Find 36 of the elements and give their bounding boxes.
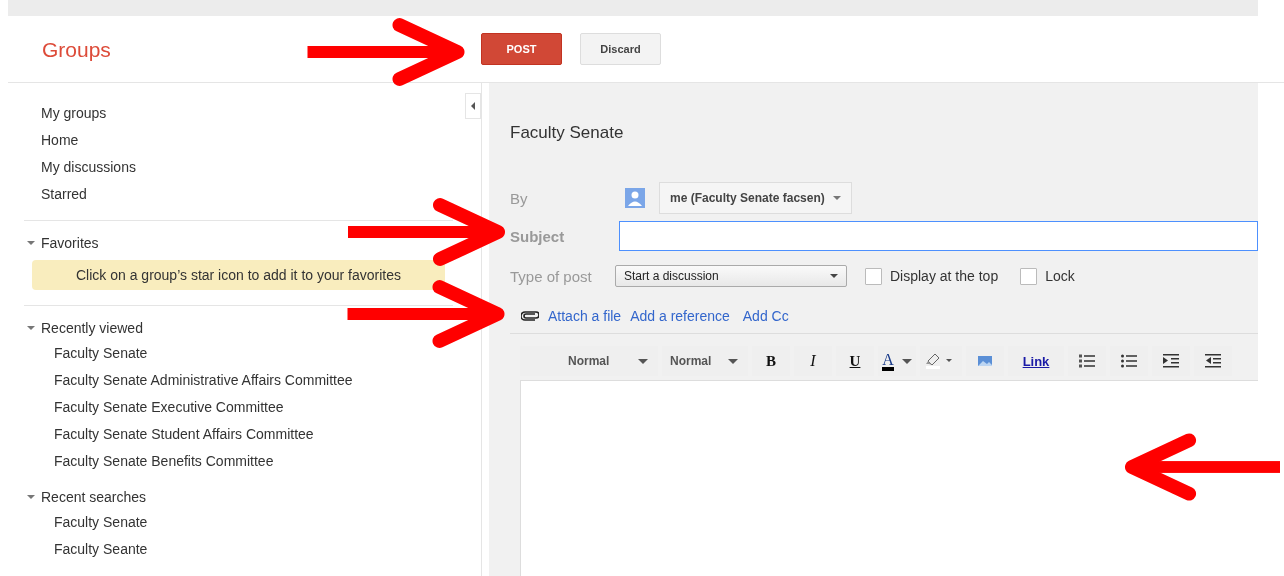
discard-button[interactable]: Discard [580, 33, 661, 65]
field-label: Subject [510, 227, 566, 245]
groups-logo[interactable]: Groups [42, 38, 111, 61]
group-title: Faculty Senate [510, 123, 625, 143]
checkbox-label: Display at the top [890, 268, 999, 284]
sidebar-item[interactable]: My groups [41, 100, 107, 127]
sidebar-item[interactable]: Home [41, 127, 79, 154]
checkbox[interactable] [1020, 267, 1038, 285]
sidebar-item[interactable]: Starred [41, 181, 87, 208]
section-header[interactable]: Recently viewed [24, 306, 143, 340]
paperclip-icon [521, 311, 539, 321]
post-type-dropdown[interactable]: Start a discussion [615, 265, 847, 287]
field-label: Type of post [510, 267, 593, 285]
author-dropdown[interactable]: me (Faculty Senate facsen) [659, 182, 852, 214]
link[interactable]: Add a reference [630, 308, 730, 324]
section-header[interactable]: Favorites [24, 221, 99, 255]
sidebar-item[interactable]: Faculty Senate Executive Committee [24, 394, 284, 421]
sidebar-item[interactable]: My discussions [41, 154, 136, 181]
link[interactable]: Add Cc [742, 308, 789, 324]
message-editor[interactable] [520, 380, 1258, 576]
sidebar-item[interactable]: Faculty Seante [24, 536, 148, 563]
post-button[interactable]: POST [481, 33, 562, 65]
collapse-button[interactable] [465, 93, 481, 119]
link[interactable]: Attach a file [548, 308, 622, 324]
sidebar-item[interactable]: Faculty Senate Administrative Affairs Committee [24, 367, 353, 394]
favorites-hint: Click on a group’s star icon to add it to your favorites [32, 260, 445, 290]
avatar-icon [625, 188, 645, 208]
sidebar-item[interactable]: Faculty Senate [24, 340, 148, 367]
checkbox-label: Lock [1045, 268, 1075, 284]
sidebar-item[interactable]: Faculty Senate Student Affairs Committee [24, 421, 314, 448]
sidebar-item[interactable]: Faculty Senate Benefits Committee [24, 448, 274, 475]
subject-field[interactable] [619, 221, 1258, 251]
section-header[interactable]: Recent searches [24, 475, 147, 509]
field-label: By [510, 189, 529, 207]
checkbox[interactable] [865, 267, 882, 285]
sidebar-item[interactable]: Faculty Senate [24, 509, 148, 536]
